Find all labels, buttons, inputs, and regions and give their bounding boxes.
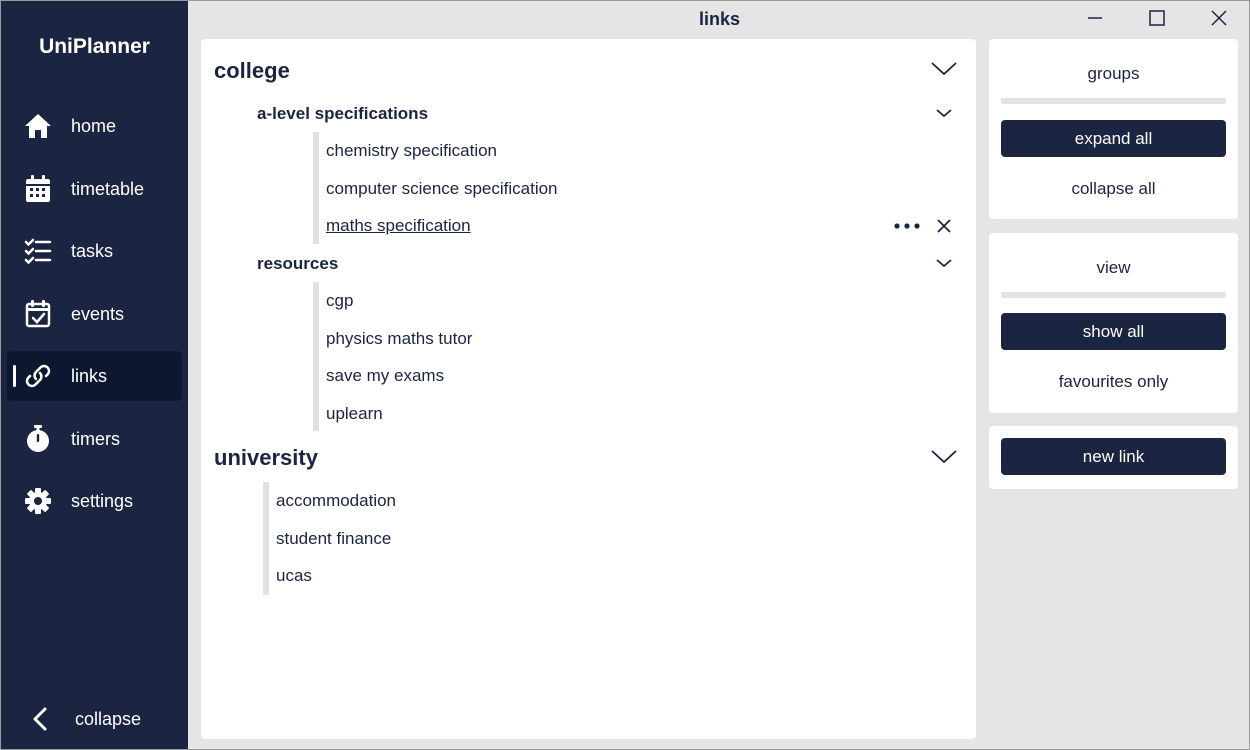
- link-item[interactable]: chemistry specification: [326, 141, 497, 161]
- new-link-button[interactable]: new link: [1001, 438, 1226, 475]
- link-item[interactable]: save my exams: [326, 366, 444, 386]
- group-title-university: university: [214, 445, 318, 470]
- chevron-left-icon: [27, 705, 55, 733]
- view-card: view show all favourites only: [989, 233, 1238, 413]
- gear-icon: [23, 487, 53, 515]
- divider: [1001, 98, 1226, 104]
- expand-all-button[interactable]: expand all: [1001, 120, 1226, 157]
- link-item[interactable]: maths specification: [326, 216, 471, 236]
- chevron-down-icon[interactable]: [930, 447, 958, 470]
- delete-icon[interactable]: [935, 217, 953, 235]
- link-item[interactable]: uplearn: [326, 404, 383, 424]
- link-item[interactable]: cgp: [326, 291, 353, 311]
- more-options-icon[interactable]: [893, 217, 921, 235]
- sidebar-item-events[interactable]: events: [7, 289, 182, 339]
- link-icon: [23, 362, 53, 390]
- collapse-button[interactable]: collapse: [7, 695, 182, 743]
- link-item[interactable]: computer science specification: [326, 179, 558, 199]
- link-item[interactable]: accommodation: [276, 491, 396, 511]
- link-item[interactable]: physics maths tutor: [326, 329, 472, 349]
- links-panel: college a-level specifications chemistry…: [201, 39, 976, 739]
- subgroup-title-a-level: a-level specifications: [257, 104, 429, 123]
- groups-card: groups expand all collapse all: [989, 39, 1238, 219]
- group-rail: [263, 482, 269, 595]
- close-icon: [1210, 9, 1228, 32]
- sidebar-item-settings[interactable]: settings: [7, 476, 182, 526]
- sidebar-item-label: events: [71, 303, 125, 324]
- sidebar: UniPlanner home timetable tasks events l…: [1, 1, 188, 749]
- minimize-button[interactable]: [1073, 5, 1117, 35]
- maximize-icon: [1148, 9, 1166, 32]
- sidebar-item-timetable[interactable]: timetable: [7, 164, 182, 214]
- view-card-title: view: [1096, 258, 1131, 277]
- sidebar-item-label: settings: [71, 490, 134, 511]
- link-item[interactable]: student finance: [276, 529, 391, 549]
- show-all-button[interactable]: show all: [1001, 313, 1226, 350]
- calendar-icon: [23, 175, 53, 203]
- maximize-button[interactable]: [1135, 5, 1179, 35]
- sidebar-item-timers[interactable]: timers: [7, 414, 182, 464]
- checklist-icon: [23, 237, 53, 265]
- sidebar-item-label: timetable: [71, 178, 145, 199]
- sidebar-item-tasks[interactable]: tasks: [7, 226, 182, 276]
- link-item[interactable]: ucas: [276, 566, 312, 586]
- sidebar-item-links[interactable]: links: [7, 351, 182, 401]
- active-indicator: [13, 365, 16, 387]
- minimize-icon: [1086, 9, 1104, 32]
- favourites-only-button[interactable]: favourites only: [1001, 363, 1226, 400]
- group-rail: [313, 132, 319, 244]
- group-title-college: college: [214, 58, 290, 83]
- sidebar-item-label: tasks: [71, 240, 114, 261]
- home-icon: [23, 112, 53, 140]
- sidebar-item-label: home: [71, 115, 117, 136]
- new-link-card: new link: [989, 426, 1238, 489]
- close-window-button[interactable]: [1197, 5, 1241, 35]
- groups-card-title: groups: [1087, 64, 1140, 83]
- chevron-down-icon[interactable]: [935, 256, 953, 275]
- collapse-all-button[interactable]: collapse all: [1001, 170, 1226, 207]
- chevron-down-icon[interactable]: [935, 106, 953, 125]
- chevron-down-icon[interactable]: [930, 59, 958, 82]
- sidebar-item-label: timers: [71, 428, 120, 449]
- subgroup-title-resources: resources: [257, 254, 339, 273]
- stopwatch-icon: [23, 425, 53, 453]
- sidebar-item-label: links: [71, 365, 108, 386]
- sidebar-item-home[interactable]: home: [7, 101, 182, 151]
- group-rail: [313, 282, 319, 431]
- divider: [1001, 292, 1226, 298]
- app-title: UniPlanner: [39, 35, 150, 58]
- calendar-check-icon: [23, 300, 53, 328]
- app-window: UniPlanner home timetable tasks events l…: [0, 0, 1250, 750]
- collapse-label: collapse: [75, 709, 142, 729]
